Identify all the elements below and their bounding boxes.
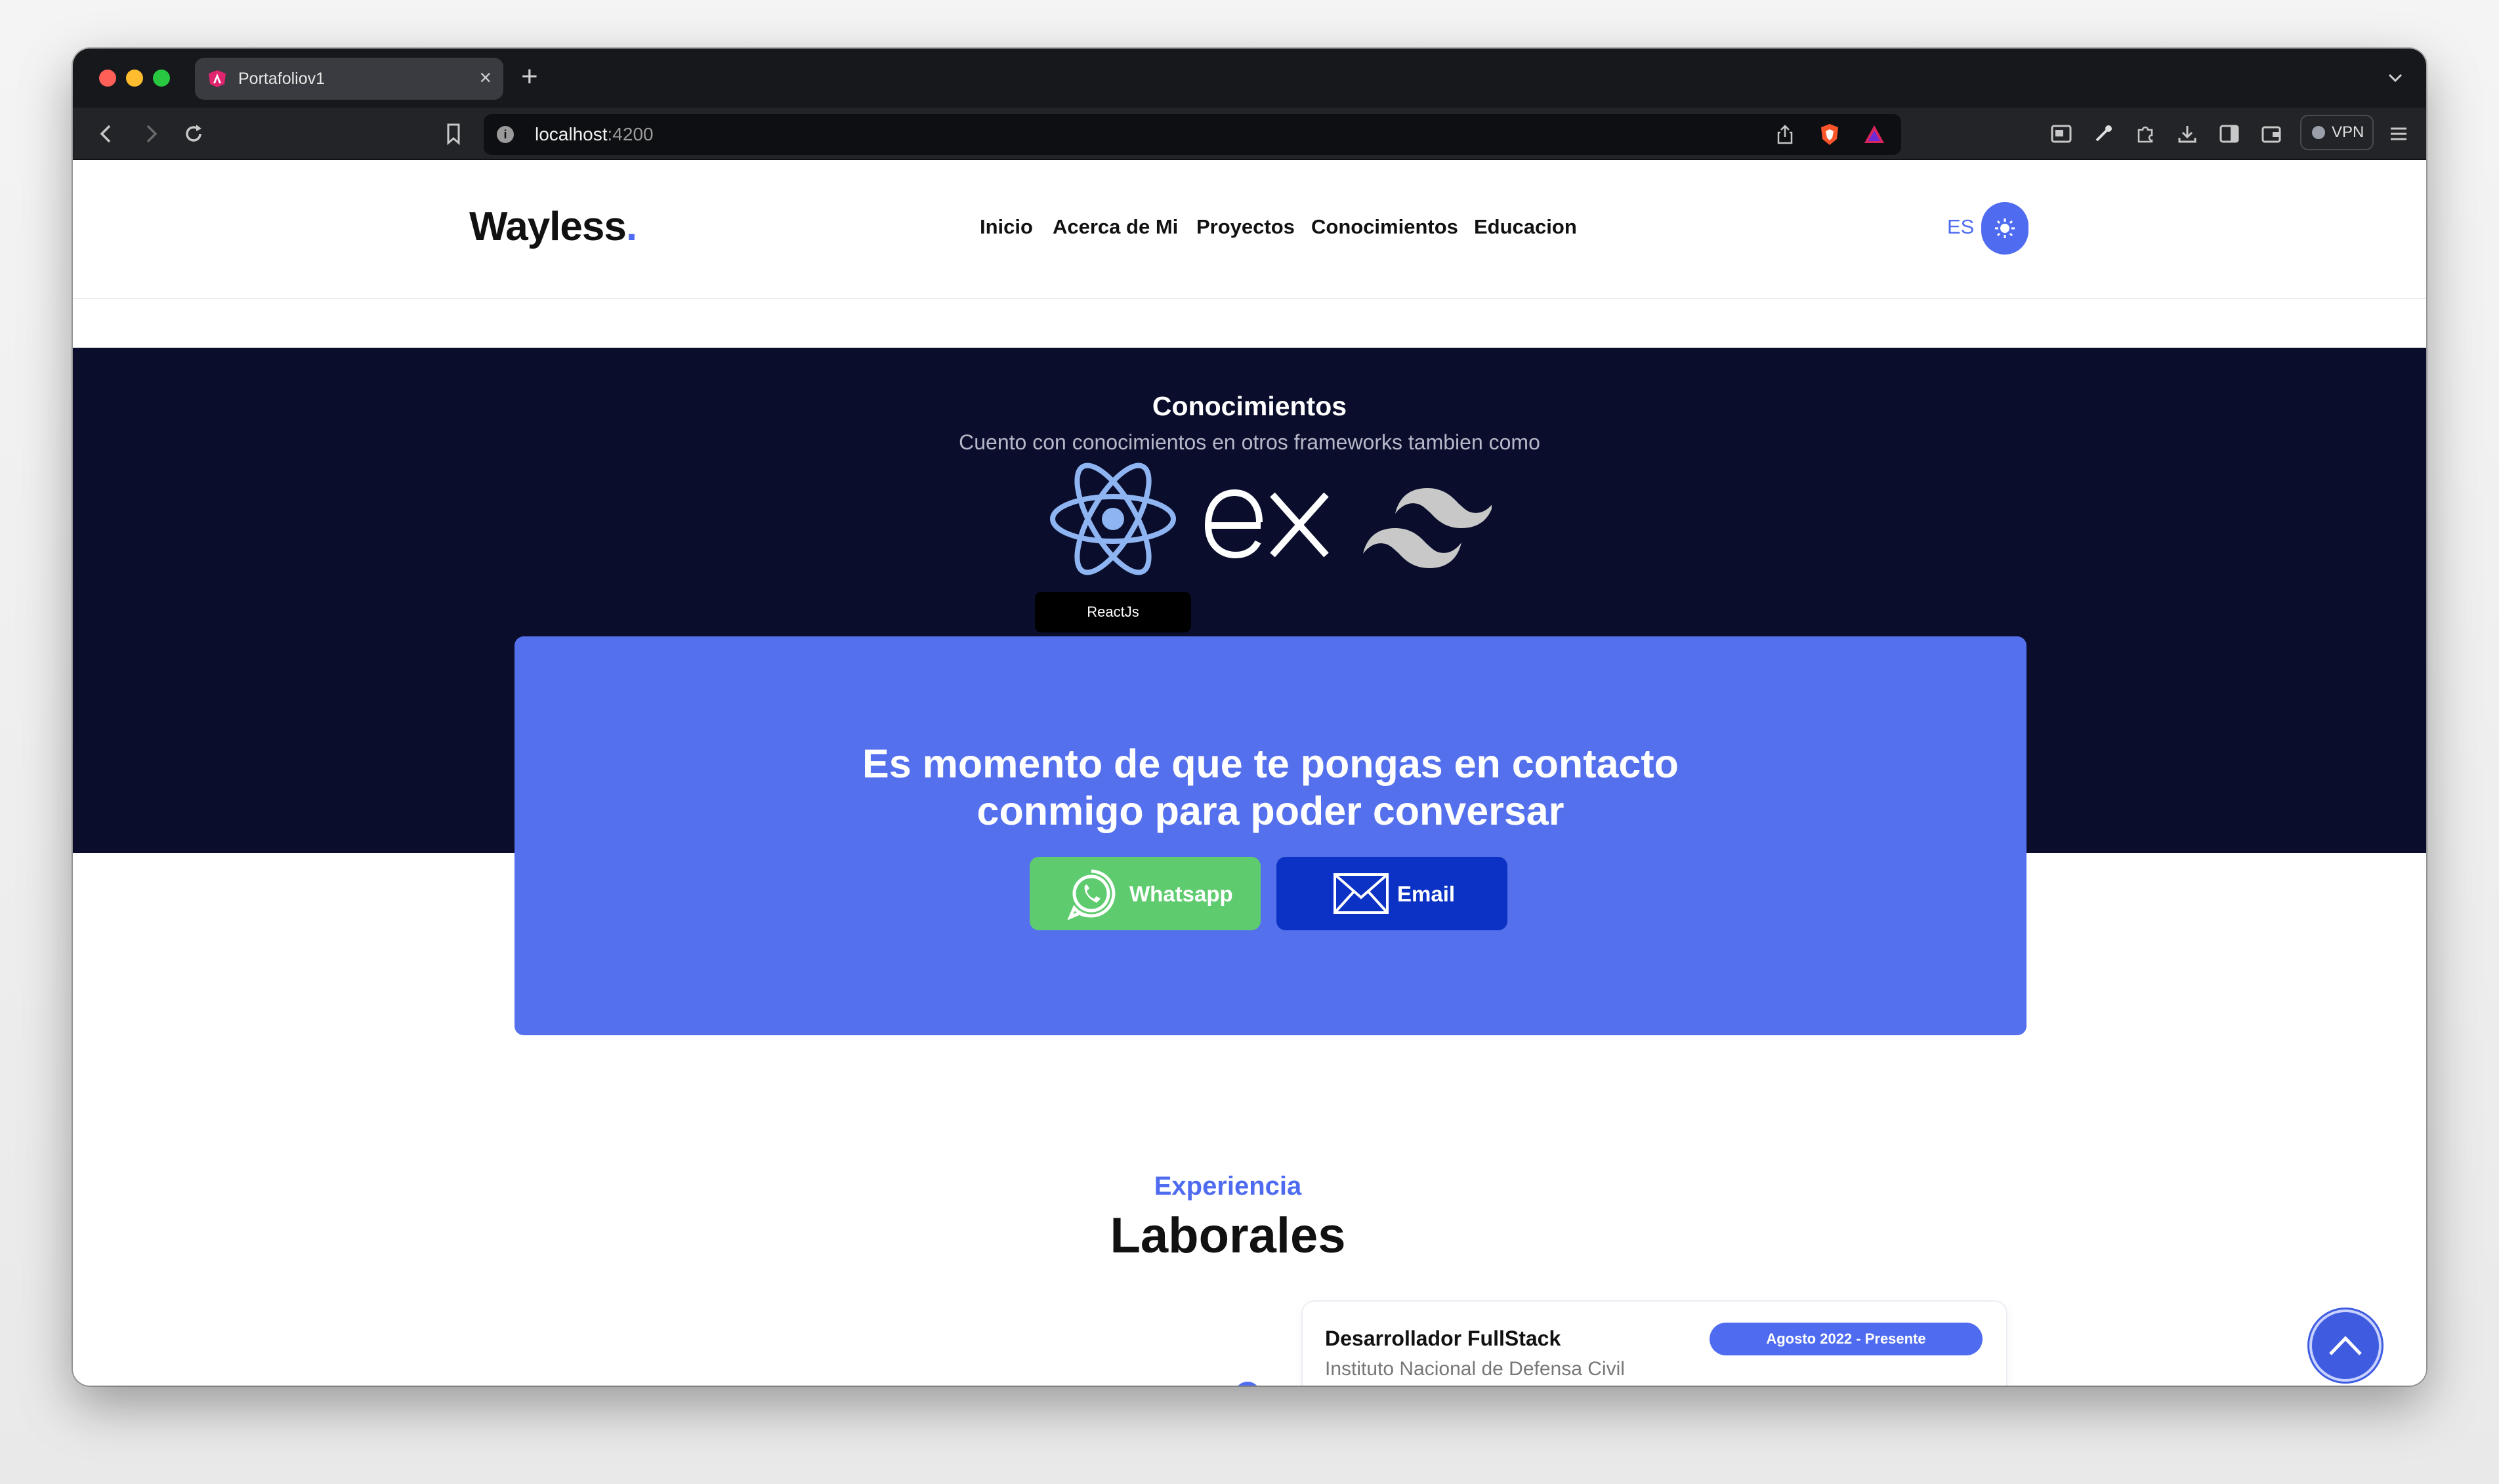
timeline-marker bbox=[1234, 1382, 1261, 1386]
site-logo[interactable]: Wayless. bbox=[469, 203, 637, 250]
whatsapp-label: Whatsapp bbox=[1129, 882, 1233, 906]
angular-favicon-icon bbox=[209, 70, 226, 87]
email-label: Email bbox=[1397, 882, 1456, 906]
nav-link-inicio[interactable]: Inicio bbox=[980, 215, 1033, 239]
experience-title: Laborales bbox=[1110, 1208, 1346, 1264]
vpn-button[interactable]: VPN bbox=[2300, 115, 2374, 150]
react-icon[interactable] bbox=[1048, 457, 1178, 581]
url-port: :4200 bbox=[607, 124, 654, 144]
brave-rewards-icon[interactable] bbox=[1862, 122, 1887, 147]
experience-date-badge: Agosto 2022 - Presente bbox=[1710, 1323, 1983, 1355]
vpn-status-icon bbox=[2312, 126, 2325, 139]
experience-kicker: Experiencia bbox=[1154, 1172, 1302, 1201]
nav-link-conocimientos[interactable]: Conocimientos bbox=[1311, 215, 1458, 239]
site-header: Wayless. Inicio Acerca de Mi Proyectos C… bbox=[73, 160, 2426, 299]
desktop-background: Portafoliov1 × + i localhost:4200 VPN Wa… bbox=[0, 0, 2499, 1484]
brave-shields-icon[interactable] bbox=[1817, 122, 1842, 147]
address-bar[interactable]: i localhost:4200 bbox=[484, 114, 1901, 155]
download-icon[interactable] bbox=[2174, 121, 2200, 147]
knowledge-title: Conocimientos bbox=[1152, 391, 1347, 421]
email-button[interactable]: Email bbox=[1276, 857, 1507, 930]
experience-role: Desarrollador FullStack bbox=[1325, 1327, 1561, 1350]
bookmark-icon[interactable] bbox=[440, 121, 467, 147]
minimize-window-button[interactable] bbox=[126, 70, 143, 87]
tailwind-icon[interactable] bbox=[1363, 457, 1492, 581]
zoom-window-button[interactable] bbox=[153, 70, 170, 87]
forward-arrow-icon[interactable] bbox=[136, 119, 165, 148]
logo-text: Wayless bbox=[469, 204, 627, 249]
close-window-button[interactable] bbox=[99, 70, 116, 87]
whatsapp-button[interactable]: Whatsapp bbox=[1030, 857, 1261, 930]
envelope-icon bbox=[1334, 873, 1389, 914]
experience-org: Instituto Nacional de Defensa Civil bbox=[1325, 1358, 1625, 1380]
reader-mode-icon[interactable] bbox=[2048, 121, 2074, 147]
browser-window: Portafoliov1 × + i localhost:4200 VPN Wa… bbox=[73, 49, 2426, 1386]
reload-icon[interactable] bbox=[179, 119, 208, 148]
whatsapp-icon bbox=[1067, 869, 1116, 920]
contact-banner: Es momento de que te pongas en contacto … bbox=[514, 636, 2026, 1035]
url-host: localhost bbox=[535, 124, 608, 144]
site-info-icon[interactable]: i bbox=[497, 126, 514, 143]
url-text: localhost:4200 bbox=[535, 124, 654, 145]
chevron-down-icon[interactable] bbox=[2384, 67, 2406, 89]
theme-toggle-button[interactable] bbox=[1981, 202, 2028, 255]
new-tab-button[interactable]: + bbox=[521, 60, 538, 93]
contact-heading-line1: Es momento de que te pongas en contacto bbox=[862, 741, 1679, 786]
language-toggle[interactable]: ES bbox=[1947, 215, 1974, 239]
wallet-icon[interactable] bbox=[2258, 121, 2284, 147]
scroll-to-top-button[interactable] bbox=[2309, 1309, 2382, 1382]
tab-title: Portafoliov1 bbox=[238, 70, 326, 88]
knowledge-subtitle: Cuento con conocimientos en otros framew… bbox=[959, 430, 1540, 454]
tab-bar: Portafoliov1 × + bbox=[73, 49, 2426, 108]
nav-link-proyectos[interactable]: Proyectos bbox=[1196, 215, 1295, 239]
eyedropper-icon[interactable] bbox=[2090, 121, 2116, 147]
sun-icon bbox=[1995, 218, 2015, 238]
logo-dot: . bbox=[625, 204, 637, 249]
web-page: Wayless. Inicio Acerca de Mi Proyectos C… bbox=[73, 160, 2426, 1386]
sidebar-icon[interactable] bbox=[2216, 121, 2242, 147]
back-arrow-icon[interactable] bbox=[93, 119, 121, 148]
chevron-up-icon bbox=[2329, 1336, 2362, 1355]
nav-link-educacion[interactable]: Educacion bbox=[1474, 215, 1577, 239]
tech-tooltip: ReactJs bbox=[1035, 592, 1191, 632]
share-icon[interactable] bbox=[1774, 123, 1796, 146]
hamburger-menu-icon[interactable] bbox=[2385, 121, 2412, 147]
extensions-icon[interactable] bbox=[2132, 121, 2158, 147]
contact-heading: Es momento de que te pongas en contacto … bbox=[514, 740, 2026, 835]
contact-heading-line2: conmigo para poder conversar bbox=[976, 789, 1564, 833]
tab-close-icon[interactable]: × bbox=[479, 66, 492, 90]
experience-card: Desarrollador FullStack Instituto Nacion… bbox=[1303, 1302, 2006, 1386]
browser-tab[interactable]: Portafoliov1 × bbox=[195, 58, 503, 100]
express-icon[interactable] bbox=[1202, 457, 1333, 581]
vpn-label: VPN bbox=[2332, 123, 2364, 141]
browser-toolbar: i localhost:4200 VPN bbox=[73, 108, 2426, 160]
nav-link-acerca[interactable]: Acerca de Mi bbox=[1053, 215, 1178, 239]
